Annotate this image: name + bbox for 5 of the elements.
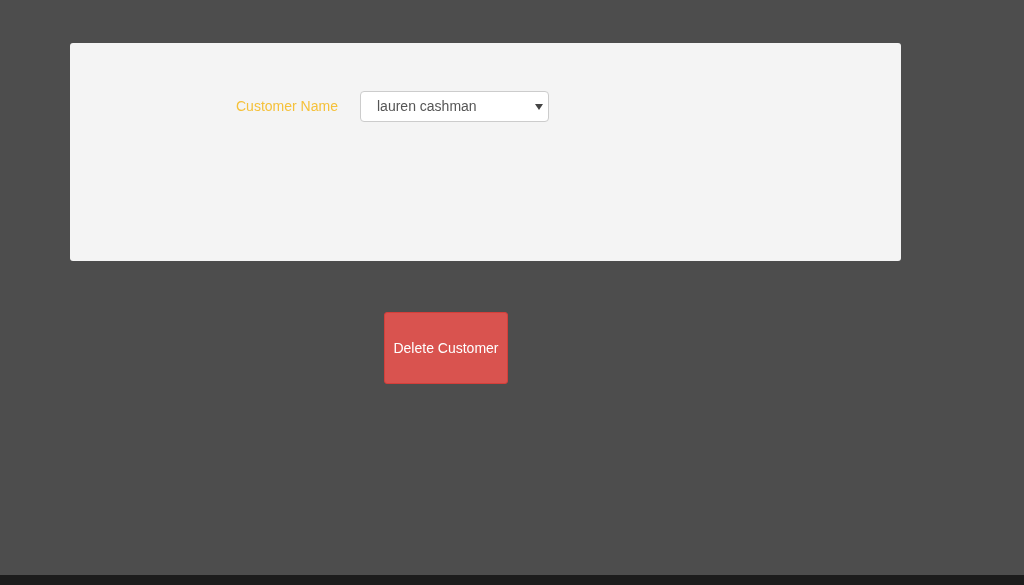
customer-select[interactable]: lauren cashman xyxy=(360,91,549,122)
select-value: lauren cashman xyxy=(377,97,477,116)
field-label: Customer Name xyxy=(236,97,339,116)
dropdown-caret-icon xyxy=(535,103,543,110)
delete-button[interactable]: Delete Customer xyxy=(384,312,508,384)
